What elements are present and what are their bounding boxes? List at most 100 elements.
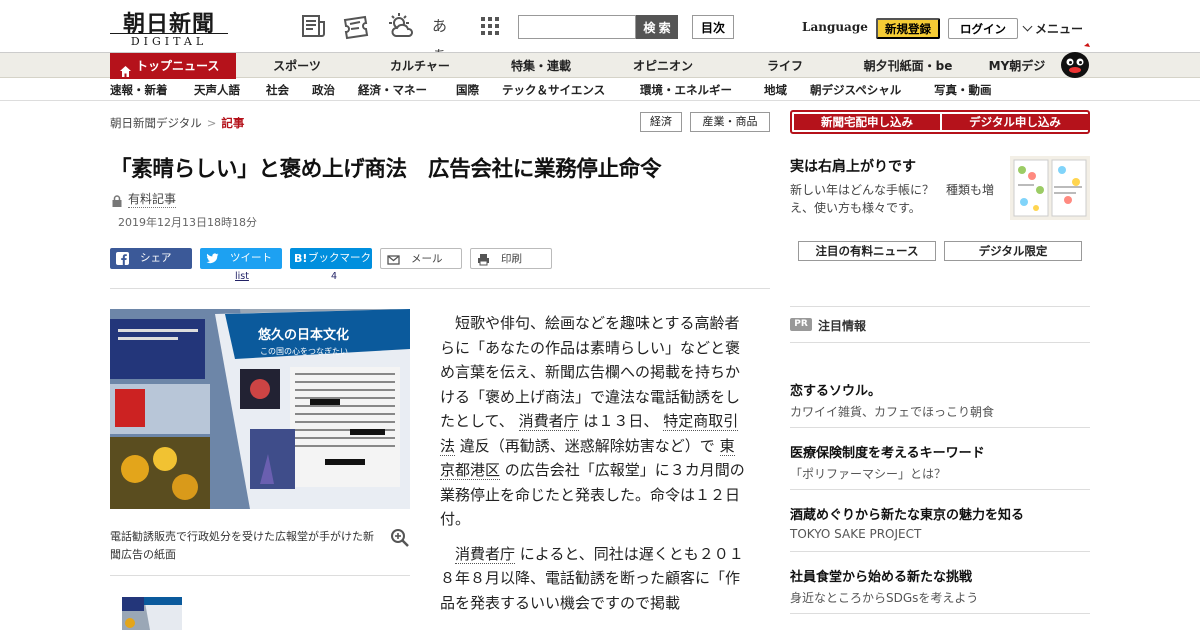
twitter-icon <box>206 252 219 265</box>
pr-item-title[interactable]: 社員食堂から始める新たな挑戦 <box>790 566 972 585</box>
nav2-item-economy[interactable]: 経済・マネー <box>358 79 427 101</box>
divider <box>790 551 1090 552</box>
search-input[interactable] <box>518 15 636 39</box>
promo-text: 新しい年はどんな手帳に？ 種類も増え、使い方も様々です。 <box>790 183 995 215</box>
mail-share-label: メール <box>411 253 443 265</box>
hatena-bookmark-label: ブックマーク <box>308 252 371 264</box>
home-icon <box>120 60 131 77</box>
breadcrumb-home[interactable]: 朝日新聞デジタル <box>110 116 202 130</box>
tag-industry[interactable]: 産業・商品 <box>690 112 770 132</box>
pr-item-sub: 身近なところからSDGsを考えよう <box>790 591 979 605</box>
article-paragraph: 消費者庁 によると、同社は遅くとも２０１８年８月以降、電話勧誘を断った顧客に「作… <box>440 542 748 616</box>
facebook-icon <box>116 252 129 265</box>
nav-item-paper[interactable]: 朝夕刊紙面・be <box>853 53 963 79</box>
nav2-item-latest[interactable]: 速報・新着 <box>110 79 168 101</box>
article-headline: 「素晴らしい」と褒め上げ商法 広告会社に業務停止命令 <box>110 157 662 182</box>
promo-title[interactable]: 実は右肩上がりです <box>790 156 916 176</box>
nav-item-life[interactable]: ライフ <box>755 53 815 79</box>
photo-headline: 悠久の日本文化 <box>257 327 349 343</box>
paragraph-text: は１３日、 <box>583 412 659 430</box>
nav-item-my[interactable]: MY朝デジ <box>982 53 1052 79</box>
article-paragraph: 短歌や俳句、絵画などを趣味とする高齢者らに「あなたの作品は素晴らしい」などと褒め… <box>440 311 748 532</box>
article-body: 短歌や俳句、絵画などを趣味とする高齢者らに「あなたの作品は素晴らしい」などと褒め… <box>440 311 748 615</box>
paragraph-text: 違反（再勧誘、迷惑解除妨害など）で <box>459 436 715 455</box>
keyword-link[interactable]: 消費者庁 <box>455 544 516 564</box>
keyword-link[interactable]: 消費者庁 <box>518 412 579 431</box>
pr-item-title[interactable]: 医療保険制度を考えるキーワード <box>790 442 985 461</box>
twitter-count[interactable]: list <box>235 271 249 282</box>
promo-image[interactable] <box>1010 156 1090 220</box>
hatena-bookmark-icon: B! <box>294 252 308 265</box>
nav2-item-local[interactable]: 地域 <box>764 79 787 101</box>
newspaper-subscribe-button[interactable]: 新聞宅配申し込み <box>794 114 940 130</box>
nav-top-news-label: トップニュース <box>136 59 220 73</box>
grid-menu-icon[interactable] <box>476 12 504 40</box>
pr-item-title[interactable]: 酒蔵めぐりから新たな東京の魅力を知る <box>790 504 1024 523</box>
zoom-icon[interactable] <box>390 528 410 548</box>
divider <box>790 613 1090 614</box>
tab-digital[interactable]: デジタル限定 <box>944 241 1082 261</box>
weather-icon[interactable] <box>386 12 414 40</box>
search-button[interactable]: 検 索 <box>636 15 678 39</box>
tab-paid-news[interactable]: 注目の有料ニュース <box>798 241 936 261</box>
article-photo[interactable]: 悠久の日本文化 この国の心をつなぎたい <box>110 309 410 509</box>
print-label: 印刷 <box>501 253 522 265</box>
nav2-item-tech[interactable]: テック＆サイエンス <box>502 79 605 101</box>
article-date: 2019年12月13日18時18分 <box>118 216 257 229</box>
mail-icon <box>387 253 400 266</box>
nav-item-sports[interactable]: スポーツ <box>262 53 332 79</box>
register-button[interactable]: 新規登録 <box>876 18 940 39</box>
nav-item-culture[interactable]: カルチャー <box>380 53 460 79</box>
site-header: 朝日新聞 DIGITAL あぁ 検 索 目次 Language 新規登録 ログイ… <box>0 0 1200 63</box>
pr-section-title: 注目情報 <box>818 319 867 333</box>
nav2-item-tensei[interactable]: 天声人語 <box>194 79 240 101</box>
digital-subscribe-button[interactable]: デジタル申し込み <box>942 114 1088 130</box>
nav-top-news[interactable]: トップニュース <box>110 53 236 79</box>
pr-item-sub: カワイイ雑貨、カフェでほっこり朝食 <box>790 405 995 419</box>
nav2-item-environment[interactable]: 環境・エネルギー <box>640 79 732 101</box>
divider <box>790 427 1090 428</box>
pr-item-sub: 「ポリファーマシー」とは？ <box>790 467 947 481</box>
menu-label: メニュー <box>1035 22 1084 36</box>
twitter-share-button[interactable]: ツイート <box>200 248 282 269</box>
logo-sub-text: DIGITAL <box>110 33 228 48</box>
print-button[interactable]: 印刷 <box>470 248 552 269</box>
divider <box>110 288 770 289</box>
pr-item-title[interactable]: 恋するソウル。 <box>790 380 881 399</box>
mail-share-button[interactable]: メール <box>380 248 462 269</box>
nav2-item-politics[interactable]: 政治 <box>312 79 335 101</box>
breadcrumb-separator: > <box>206 116 217 130</box>
newspaper-icon[interactable] <box>300 12 328 40</box>
site-logo[interactable]: 朝日新聞 DIGITAL <box>110 6 228 48</box>
primary-nav: トップニュース スポーツ カルチャー 特集・連載 オピニオン ライフ 朝夕刊紙面… <box>0 43 1200 79</box>
divider <box>790 489 1090 490</box>
divider <box>790 342 1090 343</box>
breadcrumb: 朝日新聞デジタル > 記事 <box>110 115 244 131</box>
nav2-item-society[interactable]: 社会 <box>266 79 289 101</box>
toc-button[interactable]: 目次 <box>692 15 734 39</box>
subscription-box: 新聞宅配申し込み デジタル申し込み <box>790 110 1090 134</box>
nav2-item-special[interactable]: 朝デジスペシャル <box>810 79 901 101</box>
print-icon <box>477 253 490 266</box>
page: 朝日新聞 DIGITAL あぁ 検 索 目次 Language 新規登録 ログイ… <box>0 0 1200 630</box>
nav-item-features[interactable]: 特集・連載 <box>500 53 582 79</box>
nav-item-opinion[interactable]: オピニオン <box>622 53 704 79</box>
chevron-down-icon <box>1022 21 1033 32</box>
hatena-bookmark-button[interactable]: B! ブックマーク <box>290 248 372 269</box>
tag-economy[interactable]: 経済 <box>640 112 682 132</box>
nav2-item-world[interactable]: 国際 <box>456 79 479 101</box>
twitter-share-label: ツイート <box>230 252 272 264</box>
facebook-share-label: シェア <box>140 252 172 264</box>
nav2-item-photo[interactable]: 写真・動画 <box>934 79 992 101</box>
language-link[interactable]: Language <box>802 20 868 34</box>
pr-badge: PR <box>790 318 812 331</box>
font-size-icon[interactable]: あぁ <box>432 12 460 63</box>
ticket-icon[interactable] <box>342 12 370 40</box>
mascot-icon[interactable] <box>1058 43 1092 79</box>
facebook-share-button[interactable]: シェア <box>110 248 192 269</box>
divider <box>110 575 410 576</box>
login-button[interactable]: ログイン <box>948 18 1018 39</box>
paid-article-label[interactable]: 有料記事 <box>128 190 177 208</box>
photo-thumbnail[interactable] <box>122 597 182 630</box>
menu-button[interactable]: メニュー <box>1022 20 1084 37</box>
